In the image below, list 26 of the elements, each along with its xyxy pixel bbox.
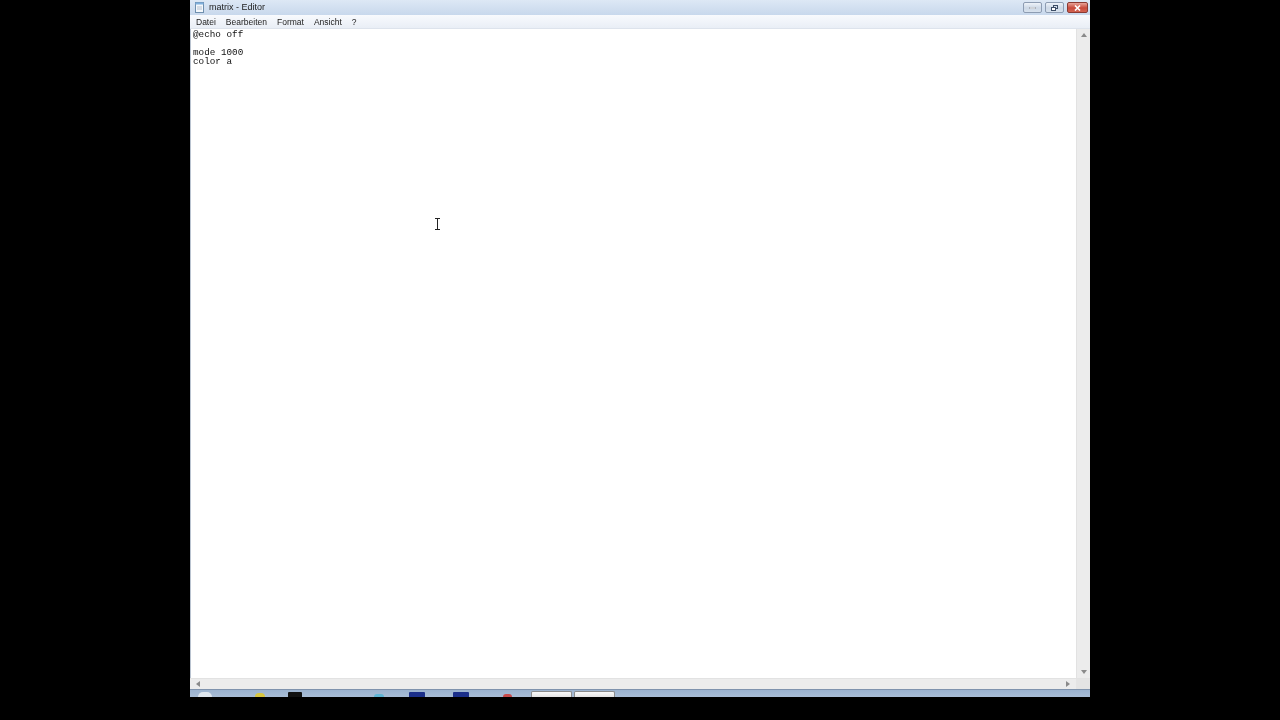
menu-item[interactable]: Format [271,15,309,28]
menu-item[interactable]: Ansicht [308,15,347,28]
app-icon[interactable] [288,692,302,697]
vertical-scrollbar[interactable] [1076,29,1090,678]
window-title: matrix - Editor [209,2,265,13]
notepad-icon [195,2,204,13]
app-icon[interactable] [409,692,425,697]
scroll-right-arrow-icon[interactable] [1066,681,1070,687]
app-icon[interactable] [453,692,469,697]
menu-item[interactable]: Bearbeiten [220,15,272,28]
horizontal-scrollbar[interactable] [190,678,1076,689]
scrollbar-corner [1076,678,1090,689]
taskbar-button[interactable] [531,691,572,697]
start-orb-icon[interactable] [198,692,212,697]
close-icon [1074,4,1081,11]
restore-icon [1051,4,1058,11]
taskbar-button[interactable] [574,691,615,697]
scroll-up-arrow-icon[interactable] [1080,33,1087,37]
scroll-left-arrow-icon[interactable] [196,681,200,687]
restore-button[interactable] [1045,2,1064,13]
menu-item[interactable]: ? [346,15,362,28]
close-button[interactable] [1067,2,1088,13]
text-cursor-icon [435,218,440,230]
menu-item[interactable]: Datei [191,15,221,28]
scroll-down-arrow-icon[interactable] [1080,670,1087,674]
app-icon[interactable] [503,694,512,697]
